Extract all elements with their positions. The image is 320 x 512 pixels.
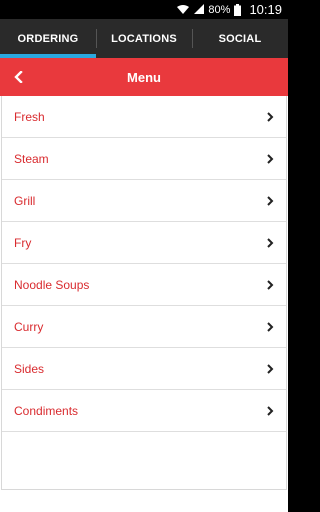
menu-item-label: Curry	[14, 319, 44, 334]
tab-ordering[interactable]: ORDERING	[0, 19, 96, 58]
menu-item-label: Grill	[14, 193, 36, 208]
page-title: Menu	[127, 69, 161, 85]
tab-bar: ORDERING LOCATIONS SOCIAL	[0, 19, 288, 58]
chevron-left-icon	[14, 71, 23, 83]
status-bar: 80% 10:19	[0, 0, 288, 19]
menu-item-label: Condiments	[14, 403, 79, 418]
tab-ordering-label: ORDERING	[17, 32, 79, 45]
menu-item-label: Sides	[14, 361, 45, 376]
chevron-right-icon	[266, 237, 274, 248]
menu-item-fresh[interactable]: Fresh	[2, 96, 286, 138]
status-time: 10:19	[249, 2, 282, 17]
bottom-area	[0, 490, 288, 512]
menu-item-grill[interactable]: Grill	[2, 180, 286, 222]
tab-locations[interactable]: LOCATIONS	[96, 19, 192, 58]
tab-social-label: SOCIAL	[218, 32, 262, 45]
chevron-right-icon	[266, 111, 274, 122]
chevron-right-icon	[266, 321, 274, 332]
chevron-right-icon	[266, 153, 274, 164]
menu-item-condiments[interactable]: Condiments	[2, 390, 286, 432]
chevron-right-icon	[266, 363, 274, 374]
status-bar-right: 80% 10:19	[176, 0, 282, 19]
menu-item-noodle-soups[interactable]: Noodle Soups	[2, 264, 286, 306]
menu-content: Fresh Steam Grill Fry Noodle Soups Curry…	[0, 96, 288, 512]
menu-item-label: Noodle Soups	[14, 277, 90, 292]
menu-list: Fresh Steam Grill Fry Noodle Soups Curry…	[2, 96, 286, 432]
menu-item-label: Fry	[14, 235, 32, 250]
tab-social[interactable]: SOCIAL	[192, 19, 288, 58]
tab-locations-label: LOCATIONS	[111, 32, 177, 45]
chevron-right-icon	[266, 279, 274, 290]
signal-icon	[194, 4, 205, 15]
menu-item-steam[interactable]: Steam	[2, 138, 286, 180]
chevron-right-icon	[266, 195, 274, 206]
menu-item-curry[interactable]: Curry	[2, 306, 286, 348]
chevron-right-icon	[266, 405, 274, 416]
back-button[interactable]	[10, 68, 28, 86]
battery-percent: 80%	[208, 3, 231, 16]
menu-item-label: Fresh	[14, 109, 45, 124]
menu-item-label: Steam	[14, 151, 49, 166]
battery-icon	[234, 3, 242, 16]
menu-panel: Fresh Steam Grill Fry Noodle Soups Curry…	[1, 96, 287, 490]
menu-item-fry[interactable]: Fry	[2, 222, 286, 264]
wifi-icon	[176, 4, 190, 15]
menu-item-sides[interactable]: Sides	[2, 348, 286, 390]
page-header: Menu	[0, 58, 288, 96]
